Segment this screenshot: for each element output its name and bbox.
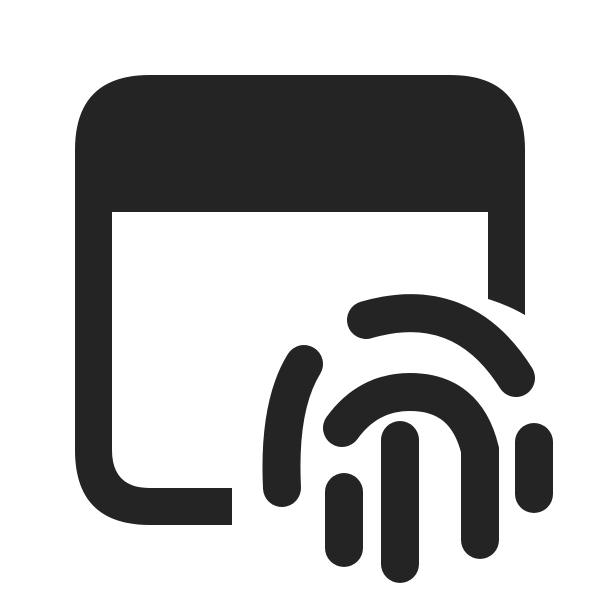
fingerprint-icon	[262, 294, 553, 583]
icon-canvas	[0, 0, 600, 600]
fingerprint-left-arc	[262, 345, 323, 507]
app-window-fingerprint-icon	[75, 75, 553, 583]
